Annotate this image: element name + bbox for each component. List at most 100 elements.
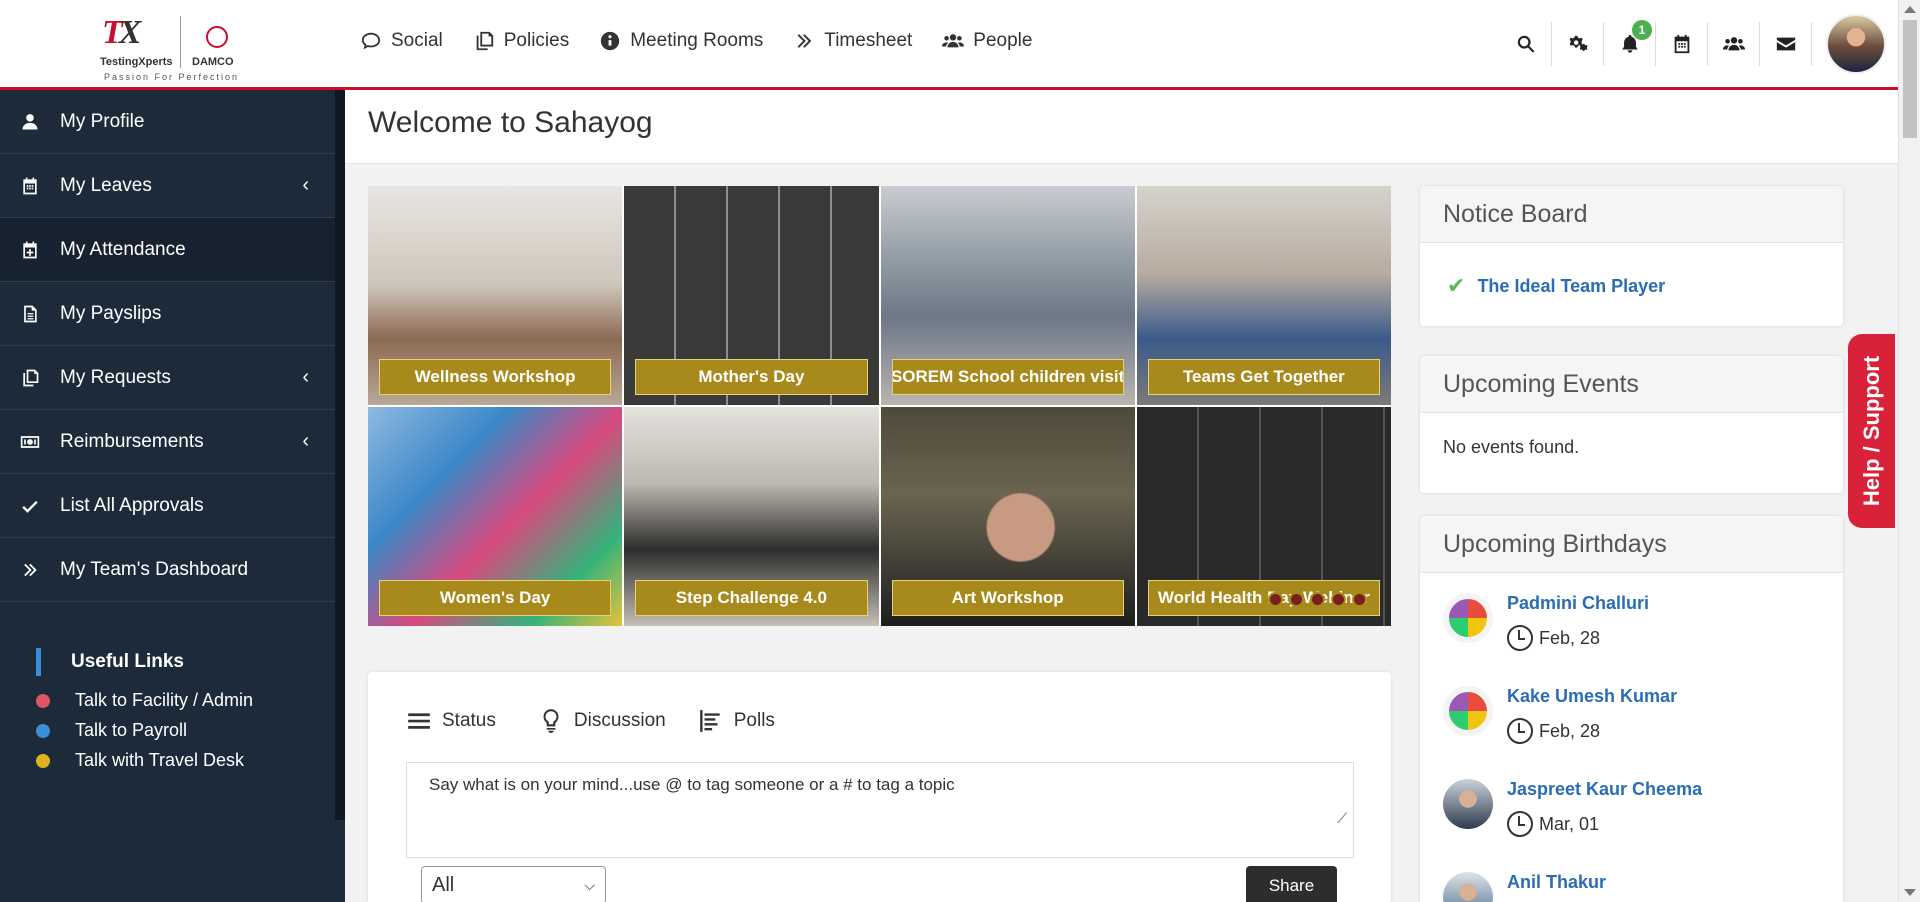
- clock-icon: [1507, 625, 1533, 651]
- sidebar-item-my-payslips[interactable]: My Payslips: [0, 282, 335, 346]
- testingxperts-logo-mark: TX: [102, 14, 141, 51]
- logo-separator: [180, 16, 181, 68]
- useful-link-label: Talk to Facility / Admin: [75, 690, 254, 710]
- poll-icon: [699, 710, 720, 732]
- copy-icon: [23, 369, 39, 386]
- search-icon: [1517, 35, 1534, 53]
- sidebar-item-label: My Leaves: [60, 174, 152, 196]
- nav-social-label: Social: [391, 30, 443, 51]
- share-button[interactable]: Share: [1246, 866, 1337, 902]
- clock-icon: [1507, 718, 1533, 744]
- gallery-tile[interactable]: Step Challenge 4.0: [624, 407, 879, 626]
- sidebar-item-label: Reimbursements: [60, 430, 204, 452]
- double-chevron-icon: [797, 34, 812, 48]
- chat-icon: [361, 32, 381, 50]
- gallery-tile[interactable]: SOREM School children visit: [880, 186, 1135, 405]
- nav-social[interactable]: Social: [360, 30, 443, 52]
- resize-handle-icon[interactable]: ⟋: [1337, 810, 1347, 827]
- notification-count-badge: 1: [1632, 20, 1652, 40]
- sidebar-item-label: My Profile: [60, 110, 145, 132]
- calendar-button[interactable]: [1656, 22, 1708, 66]
- birthday-item: Jaspreet Kaur Cheema Mar, 01: [1420, 759, 1843, 852]
- check-icon: ✔: [1447, 273, 1466, 298]
- sidebar-item-label: My Requests: [60, 366, 171, 388]
- slide-dot[interactable]: [1352, 592, 1367, 607]
- partner-logo-text: DAMCO: [192, 56, 234, 68]
- document-icon: [24, 305, 37, 322]
- slide-dot[interactable]: [1289, 592, 1304, 607]
- messages-button[interactable]: [1760, 22, 1812, 66]
- tab-status[interactable]: Status: [406, 708, 506, 734]
- gallery-tile[interactable]: Art Workshop: [880, 407, 1135, 626]
- sidebar-item-list-all-approvals[interactable]: List All Approvals: [0, 474, 335, 538]
- gallery-tile[interactable]: Wellness Workshop: [368, 186, 623, 405]
- settings-button[interactable]: [1552, 22, 1604, 66]
- company-logo[interactable]: TX TestingXperts DAMCO Passion For Perfe…: [96, 12, 246, 84]
- audience-select[interactable]: All ⌵: [421, 866, 606, 902]
- sidebar-item-reimbursements[interactable]: Reimbursements ‹: [0, 410, 335, 474]
- nav-people[interactable]: People: [942, 30, 1032, 52]
- birthday-date: Mar, 01: [1507, 811, 1599, 837]
- calendar-icon: [1674, 34, 1689, 54]
- top-navbar: TX TestingXperts DAMCO Passion For Perfe…: [0, 0, 1898, 90]
- calendar-icon: [23, 177, 37, 194]
- search-button[interactable]: [1500, 22, 1552, 66]
- gallery-caption: Art Workshop: [891, 580, 1124, 616]
- nav-meeting-rooms[interactable]: Meeting Rooms: [599, 30, 763, 52]
- mail-icon: [1776, 37, 1795, 51]
- birthday-date: Feb, 28: [1507, 718, 1600, 744]
- sidebar-item-my-leaves[interactable]: My Leaves ‹: [0, 154, 335, 218]
- nav-timesheet-label: Timesheet: [824, 30, 913, 51]
- gallery-tile[interactable]: Teams Get Together: [1136, 186, 1391, 405]
- nav-policies[interactable]: Policies: [473, 30, 569, 52]
- scroll-down-arrow-icon[interactable]: [1904, 889, 1916, 896]
- chevron-down-icon: ⌵: [584, 876, 595, 893]
- sidebar-item-my-teams-dashboard[interactable]: My Team's Dashboard: [0, 538, 335, 602]
- notifications-button[interactable]: 1: [1604, 20, 1656, 66]
- gallery-tile[interactable]: Women's Day: [368, 407, 623, 626]
- sidebar: My Profile My Leaves ‹ My Attendance My …: [0, 90, 345, 902]
- gallery-pagination: [1268, 592, 1367, 607]
- slide-dot[interactable]: [1310, 592, 1325, 607]
- useful-link-label: Talk to Payroll: [75, 720, 188, 740]
- help-support-tab[interactable]: Help / Support: [1848, 334, 1895, 528]
- sidebar-item-label: My Attendance: [60, 238, 186, 260]
- birthday-name[interactable]: Anil Thakur: [1507, 872, 1606, 893]
- birthday-name[interactable]: Jaspreet Kaur Cheema: [1507, 779, 1702, 800]
- useful-link-travel-desk[interactable]: Talk with Travel Desk: [36, 750, 253, 771]
- check-icon: [22, 500, 38, 513]
- avatar[interactable]: [1443, 872, 1493, 902]
- slide-dot[interactable]: [1268, 592, 1283, 607]
- useful-link-payroll[interactable]: Talk to Payroll: [36, 720, 253, 741]
- avatar[interactable]: [1443, 686, 1493, 736]
- status-textarea[interactable]: Say what is on your mind...use @ to tag …: [406, 762, 1354, 858]
- user-avatar[interactable]: [1826, 14, 1886, 74]
- gallery-caption: Mother's Day: [635, 359, 868, 395]
- page-scrollbar[interactable]: [1898, 0, 1920, 902]
- birthday-name[interactable]: Kake Umesh Kumar: [1507, 686, 1677, 707]
- tab-polls[interactable]: Polls: [698, 708, 775, 734]
- page-title: Welcome to Sahayog: [368, 106, 653, 139]
- scroll-up-arrow-icon[interactable]: [1904, 6, 1916, 13]
- gallery-tile[interactable]: Mother's Day: [624, 186, 879, 405]
- sidebar-item-my-attendance[interactable]: My Attendance: [0, 218, 335, 282]
- slide-dot[interactable]: [1331, 592, 1346, 607]
- notice-item[interactable]: ✔ The Ideal Team Player: [1420, 243, 1843, 299]
- clock-icon: [1507, 811, 1533, 837]
- money-icon: [20, 435, 40, 448]
- useful-link-facility[interactable]: Talk to Facility / Admin: [36, 690, 253, 711]
- group-icon: [1722, 37, 1745, 51]
- sidebar-item-my-profile[interactable]: My Profile: [0, 90, 335, 154]
- avatar[interactable]: [1443, 593, 1493, 643]
- double-chevron-icon: [24, 563, 37, 576]
- scrollbar-thumb[interactable]: [1903, 20, 1917, 138]
- nav-timesheet[interactable]: Timesheet: [793, 30, 912, 52]
- birthday-name[interactable]: Padmini Challuri: [1507, 593, 1649, 614]
- avatar[interactable]: [1443, 779, 1493, 829]
- post-composer: Status Discussion Polls Say what is on y…: [368, 672, 1391, 902]
- tab-discussion[interactable]: Discussion: [538, 708, 666, 734]
- sidebar-scrollbar[interactable]: [335, 90, 345, 820]
- sidebar-item-my-requests[interactable]: My Requests ‹: [0, 346, 335, 410]
- card-title: Upcoming Events: [1420, 356, 1843, 413]
- team-button[interactable]: [1708, 22, 1760, 66]
